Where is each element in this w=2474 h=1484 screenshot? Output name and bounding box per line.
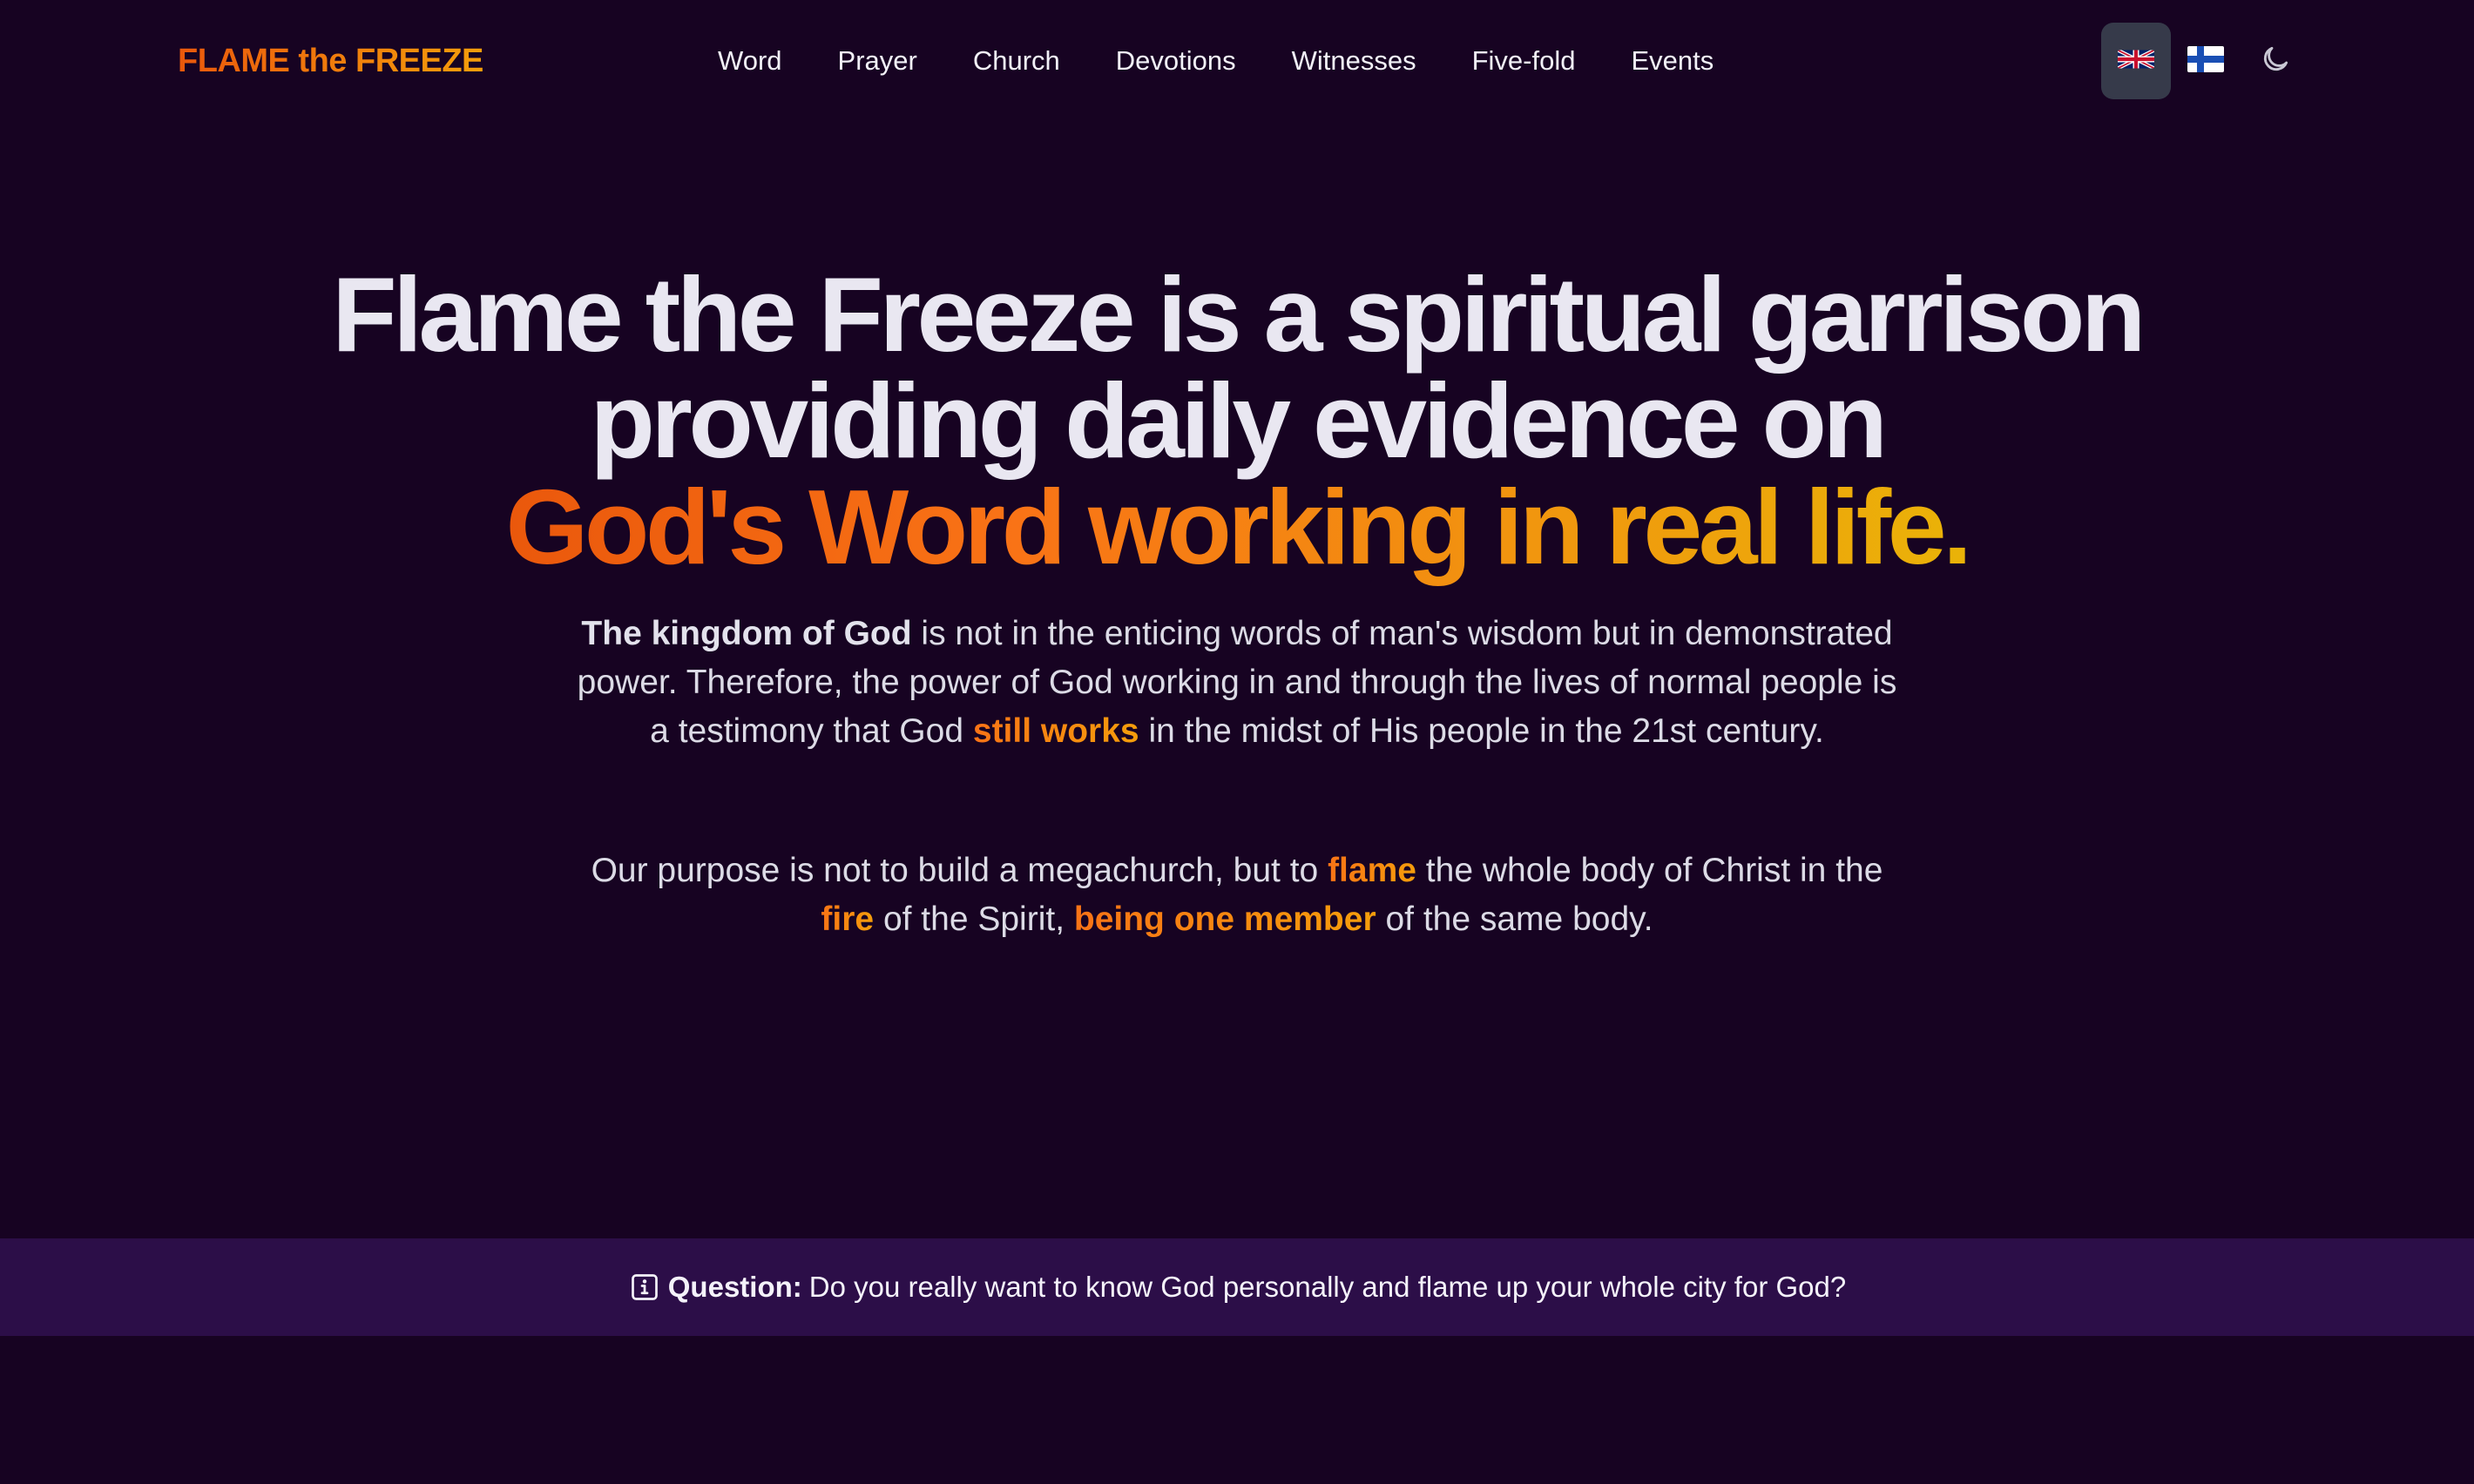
question-label: Question: bbox=[667, 1271, 802, 1303]
purpose-paragraph: Our purpose is not to build a megachurch… bbox=[566, 847, 1908, 944]
moon-icon bbox=[2259, 43, 2292, 80]
top-navigation: FLAME the FREEZE Word Prayer Church Devo… bbox=[0, 0, 2474, 122]
theme-toggle-button[interactable] bbox=[2241, 23, 2310, 99]
info-icon bbox=[628, 1271, 661, 1304]
menu-item-witnesses[interactable]: Witnesses bbox=[1292, 40, 1416, 82]
fire-highlight: fire bbox=[821, 901, 875, 938]
purpose-text: of the same body. bbox=[1376, 901, 1653, 938]
menu-item-devotions[interactable]: Devotions bbox=[1116, 40, 1236, 82]
purpose-text: the whole body of Christ in the bbox=[1416, 852, 1883, 889]
kingdom-of-god-emphasis: The kingdom of God bbox=[581, 615, 912, 652]
main-menu: Word Prayer Church Devotions Witnesses F… bbox=[718, 40, 1714, 82]
flame-highlight: flame bbox=[1328, 852, 1416, 889]
site-logo[interactable]: FLAME the FREEZE bbox=[178, 37, 483, 84]
hero-lead-paragraph: The kingdom of God is not in the enticin… bbox=[566, 610, 1908, 756]
language-english-button[interactable] bbox=[2101, 23, 2171, 99]
menu-item-five-fold[interactable]: Five-fold bbox=[1472, 40, 1576, 82]
menu-item-events[interactable]: Events bbox=[1631, 40, 1714, 82]
uk-flag-icon bbox=[2118, 46, 2154, 77]
finland-flag-icon bbox=[2187, 45, 2224, 77]
hero-title-accent: God's Word working in real life. bbox=[505, 468, 1972, 586]
purpose-text: Our purpose is not to build a megachurch… bbox=[591, 852, 1328, 889]
one-member-highlight: being one member bbox=[1073, 901, 1376, 938]
menu-item-prayer[interactable]: Prayer bbox=[838, 40, 917, 82]
hero-title-line-1: Flame the Freeze is a spiritual garrison bbox=[332, 255, 2146, 374]
purpose-text: of the Spirit, bbox=[874, 901, 1074, 938]
menu-item-church[interactable]: Church bbox=[973, 40, 1060, 82]
hero-title: Flame the Freeze is a spiritual garrison… bbox=[0, 261, 2474, 587]
question-banner: Question: Do you really want to know God… bbox=[0, 1238, 2474, 1336]
still-works-highlight: still works bbox=[972, 712, 1139, 750]
question-text: Do you really want to know God personall… bbox=[808, 1271, 1847, 1303]
menu-item-word[interactable]: Word bbox=[718, 40, 782, 82]
hero-title-line-2: providing daily evidence on bbox=[590, 361, 1888, 480]
language-finnish-button[interactable] bbox=[2171, 23, 2241, 99]
lead-text: in the midst of His people in the 21st c… bbox=[1139, 712, 1824, 750]
